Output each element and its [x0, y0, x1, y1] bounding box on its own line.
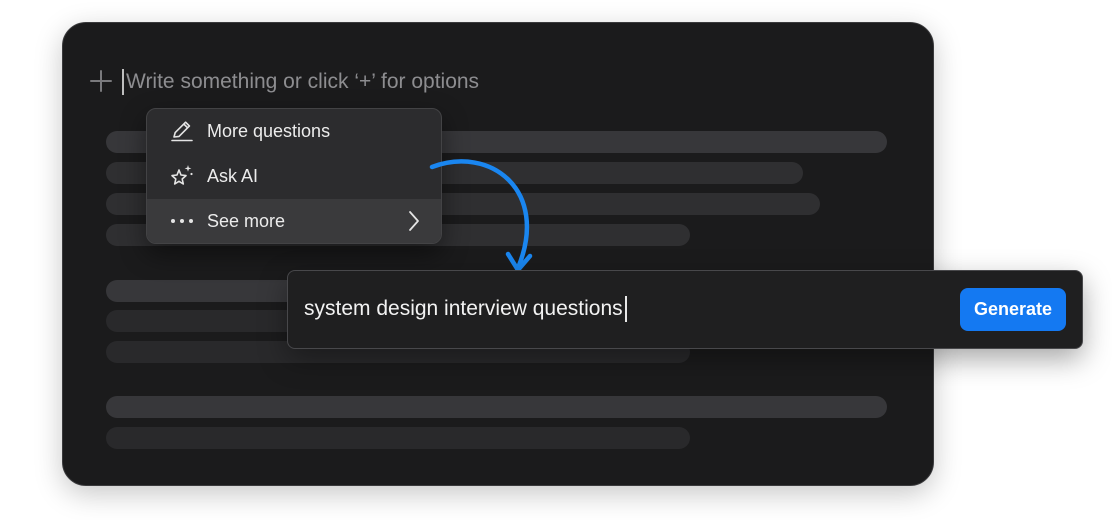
- prompt-input[interactable]: system design interview questions: [304, 295, 627, 323]
- stage: Write something or click ‘+’ for options…: [0, 0, 1112, 520]
- curved-arrow-icon: [429, 159, 533, 273]
- skeleton-line: [106, 396, 887, 418]
- editor-placeholder[interactable]: Write something or click ‘+’ for options: [126, 68, 479, 96]
- skeleton-line: [106, 310, 306, 332]
- menu-item-label: More questions: [207, 120, 331, 141]
- menu-item-label: Ask AI: [207, 165, 259, 186]
- chevron-right-icon: [409, 211, 419, 231]
- menu-item-see-more[interactable]: See more: [147, 199, 441, 243]
- menu-item-ask-ai[interactable]: Ask AI: [147, 154, 441, 198]
- skeleton-line: [106, 280, 306, 302]
- ai-prompt-bar: system design interview questions Genera…: [287, 270, 1083, 349]
- menu-item-label: See more: [207, 210, 286, 231]
- pencil-icon: [169, 118, 195, 144]
- more-dots-icon: [169, 208, 195, 234]
- skeleton-line: [106, 427, 690, 449]
- text-caret: [122, 69, 124, 95]
- menu-item-more-questions[interactable]: More questions: [147, 109, 441, 153]
- sparkle-star-icon: [169, 163, 195, 189]
- options-menu: More questions Ask AI See more: [146, 108, 442, 244]
- generate-button[interactable]: Generate: [960, 288, 1066, 331]
- prompt-caret: [624, 296, 627, 322]
- prompt-input-value: system design interview questions: [304, 297, 623, 320]
- plus-icon[interactable]: [90, 70, 112, 92]
